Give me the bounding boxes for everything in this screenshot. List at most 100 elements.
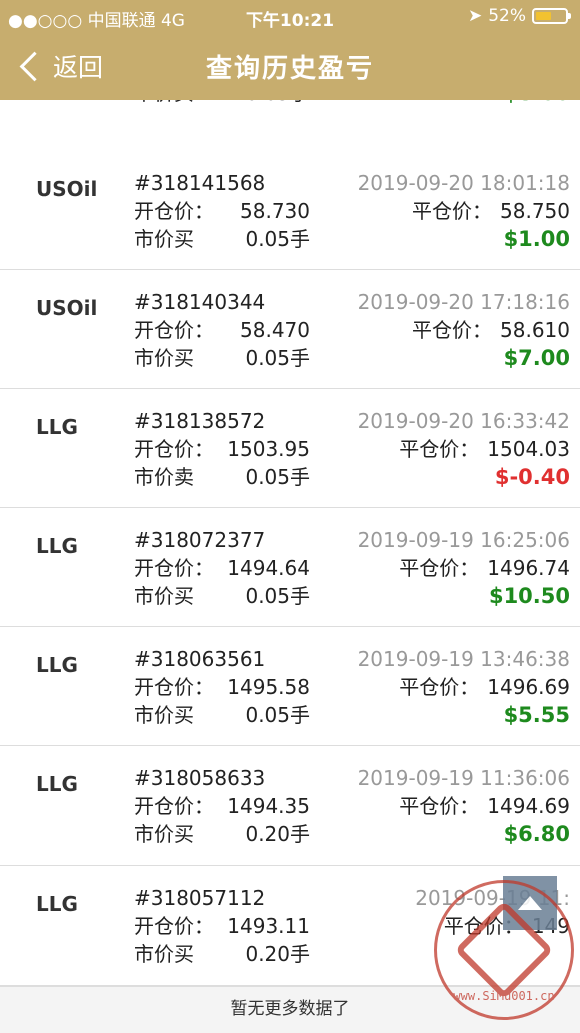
close-price-line: 平仓价： 1494.69 [358, 792, 570, 820]
lot-size: 0.05手 [245, 227, 310, 251]
close-price-label: 平仓价： [399, 675, 480, 699]
open-price-label: 开仓价： [134, 675, 214, 699]
profit-loss: $7.00 [503, 346, 570, 370]
open-price-label: 开仓价： [134, 318, 214, 342]
close-price-label: 平仓价： [399, 794, 480, 818]
order-info: #318063561 开仓价： 1495.58 市价买 0.05手 [134, 645, 310, 729]
profit-loss: $-0.40 [494, 465, 570, 489]
close-time: 2019-09-19 13:46:38 [357, 647, 570, 671]
close-time: 2019-09-20 18:01:18 [357, 171, 570, 195]
close-price-label: 平仓价： [412, 318, 493, 342]
battery-percent: 52% [488, 6, 526, 26]
close-price-label: 平仓价： [412, 199, 493, 223]
close-price: 58.610 [500, 318, 570, 342]
location-icon: ➤ [467, 6, 483, 26]
open-price-line: 开仓价： 1503.95 [134, 435, 310, 463]
order-info: #318141568 开仓价： 58.730 市价买 0.05手 [134, 169, 310, 253]
ticket-number: #318057112 [134, 886, 266, 910]
order-info: #318140344 开仓价： 58.470 市价买 0.05手 [134, 288, 310, 372]
open-price: 1494.35 [227, 794, 310, 818]
symbol: LLG [36, 415, 78, 439]
close-info: 2019-09-20 16:33:42 平仓价： 1504.03 $-0.40 [358, 407, 570, 491]
open-price: 1493.11 [227, 914, 310, 938]
order-side: 市价卖 [134, 465, 194, 489]
ticket-number: #318141568 [134, 171, 266, 195]
close-time: 2019-09-20 17:18:16 [357, 290, 570, 314]
nav-bar: 返回 查询历史盈亏 [0, 34, 580, 100]
order-info: #318058633 开仓价： 1494.35 市价买 0.20手 [134, 764, 310, 848]
close-price-label: 平仓价： [399, 437, 480, 461]
trade-row[interactable]: LLG #318138572 开仓价： 1503.95 市价卖 0.05手 2019-09-… [0, 389, 580, 508]
order-info: #318057112 开仓价： 1493.11 市价买 0.20手 [134, 884, 310, 968]
close-time: 2019-09-19 16:25:06 [357, 528, 570, 552]
app-header: ●●○○○ 中国联通 4G 下午10:21 ➤ 52% 返回 查询历史盈亏 [0, 0, 580, 100]
order-side: 市价买 [134, 942, 194, 966]
symbol: USOil [36, 177, 98, 201]
close-price: 58.750 [500, 199, 570, 223]
symbol: LLG [36, 534, 78, 558]
trade-row[interactable]: LLG #318063561 开仓价： 1495.58 市价买 0.05手 2019-09-… [0, 627, 580, 746]
seal-mark [454, 900, 554, 1000]
order-side-line: 市价买 0.05手 [134, 225, 310, 253]
watermark-seal: www.SiMu001.cn [434, 880, 574, 1020]
profit-loss: $1.00 [503, 227, 570, 251]
order-side: 市价买 [134, 227, 194, 251]
order-side: 市价买 [134, 703, 194, 727]
close-info: 2019-09-20 17:18:16 平仓价： 58.610 $7.00 [358, 288, 570, 372]
open-price-line: 开仓价： 1493.11 [134, 912, 310, 940]
close-time: 2019-09-19 11:36:06 [357, 766, 570, 790]
close-price: 1496.69 [487, 675, 570, 699]
close-info: 2019-09-19 13:46:38 平仓价： 1496.69 $5.55 [358, 645, 570, 729]
close-info: 2019-09-19 11:36:06 平仓价： 1494.69 $6.80 [358, 764, 570, 848]
order-info: #318138572 开仓价： 1503.95 市价卖 0.05手 [134, 407, 310, 491]
close-price: 1496.74 [487, 556, 570, 580]
close-info: 2019-09-19 16:25:06 平仓价： 1496.74 $10.50 [358, 526, 570, 610]
close-info: 2019-09-20 18:01:18 平仓价： 58.750 $1.00 [358, 169, 570, 253]
open-price-line: 开仓价： 58.470 [134, 316, 310, 344]
close-price-line: 平仓价： 1504.03 [358, 435, 570, 463]
open-price-line: 开仓价： 58.730 [134, 197, 310, 225]
trade-row[interactable]: LLG #318072377 开仓价： 1494.64 市价买 0.05手 2019-09-… [0, 508, 580, 627]
trade-history-list[interactable]: 开仓价：市价买0.05手平仓价：$8.00USOil#318141568开仓价：… [0, 0, 580, 986]
open-price-label: 开仓价： [134, 914, 214, 938]
symbol: LLG [36, 892, 78, 916]
order-side: 市价买 [134, 346, 194, 370]
close-time: 2019-09-20 16:33:42 [357, 409, 570, 433]
order-side-line: 市价买 0.05手 [134, 701, 310, 729]
page-title: 查询历史盈亏 [205, 54, 374, 84]
symbol: LLG [36, 653, 78, 677]
lot-size: 0.05手 [245, 703, 310, 727]
close-price-line: 平仓价： 58.750 [358, 197, 570, 225]
close-price-line: 平仓价： 58.610 [358, 316, 570, 344]
profit-loss: $5.55 [503, 703, 570, 727]
order-side-line: 市价卖 0.05手 [134, 463, 310, 491]
lot-size: 0.20手 [245, 942, 310, 966]
close-price: 1494.69 [487, 794, 570, 818]
open-price-label: 开仓价： [134, 199, 214, 223]
open-price: 58.470 [240, 318, 310, 342]
order-side-line: 市价买 0.20手 [134, 940, 310, 968]
open-price: 1494.64 [227, 556, 310, 580]
trade-row[interactable]: USOil #318141568 开仓价： 58.730 市价买 0.05手 2019-09… [0, 151, 580, 270]
ticket-number: #318138572 [134, 409, 266, 433]
lot-size: 0.05手 [245, 465, 310, 489]
trade-row[interactable]: LLG #318058633 开仓价： 1494.35 市价买 0.20手 2019-09-… [0, 746, 580, 866]
status-right: ➤ 52% [467, 6, 571, 26]
open-price-label: 开仓价： [134, 794, 214, 818]
battery-icon [532, 8, 571, 24]
open-price: 58.730 [240, 199, 310, 223]
open-price-line: 开仓价： 1495.58 [134, 673, 310, 701]
open-price-line: 开仓价： 1494.35 [134, 792, 310, 820]
profit-loss: $10.50 [488, 584, 570, 608]
close-price-line: 平仓价： 1496.74 [358, 554, 570, 582]
status-bar: ●●○○○ 中国联通 4G 下午10:21 ➤ 52% [0, 0, 580, 34]
close-price: 1504.03 [487, 437, 570, 461]
order-side: 市价买 [134, 822, 194, 846]
ticket-number: #318072377 [134, 528, 266, 552]
lot-size: 0.05手 [245, 584, 310, 608]
trade-row[interactable]: USOil #318140344 开仓价： 58.470 市价买 0.05手 2019-09… [0, 270, 580, 389]
symbol: USOil [36, 296, 98, 320]
watermark-text: www.SiMu001.cn [453, 989, 555, 1003]
order-side-line: 市价买 0.05手 [134, 582, 310, 610]
ticket-number: #318063561 [134, 647, 266, 671]
